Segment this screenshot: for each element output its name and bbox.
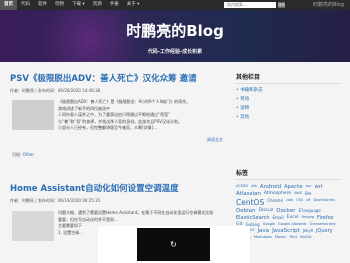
- tag-link[interactable]: DashStartes: [314, 198, 335, 207]
- tag-link[interactable]: Email: [273, 215, 284, 221]
- tag-link[interactable]: CentOS: [236, 198, 264, 207]
- sidebar-categories: 其他栏目 书籍和杂志 英语 读物 其他: [236, 72, 342, 120]
- post-list: PSV《极限脱出ADV：善人死亡》汉化众筹 邀请 作者：时鹏亮 | 发布时间：0…: [10, 72, 230, 94]
- tag-link[interactable]: Debian: [236, 208, 256, 214]
- tag-link[interactable]: jQuery: [316, 228, 333, 234]
- tag-link[interactable]: Greasemonkey: [309, 222, 335, 227]
- tag-link[interactable]: Android: [260, 184, 281, 190]
- replay-icon[interactable]: ↻: [169, 240, 178, 249]
- category-item[interactable]: 英语: [236, 96, 342, 102]
- sidebar-tags: 标签 ACMES afb Android Apache aur wrt Atlassian A…: [236, 168, 342, 241]
- nav-code[interactable]: 代码: [17, 0, 34, 10]
- tags-title: 标签: [236, 168, 342, 180]
- tag-link[interactable]: aur: [306, 184, 312, 190]
- tag-link[interactable]: ctf: [306, 198, 311, 207]
- tag-link[interactable]: E'language: [299, 208, 321, 214]
- nav-about[interactable]: 关于 ▾: [123, 0, 144, 10]
- tag-link[interactable]: Atmosphere: [264, 191, 291, 197]
- categories-title: 其他栏目: [236, 72, 342, 84]
- post-title[interactable]: Home Assistant自动化如何设置空调温度: [10, 182, 230, 194]
- tag-link[interactable]: Other: [23, 152, 34, 157]
- category-item[interactable]: 其他: [236, 114, 342, 120]
- excerpt-line: 少部分人已经有，但完整翻译版至今难觅，众筹[详情]...: [58, 125, 157, 130]
- tag-link[interactable]: Docker: [276, 208, 295, 214]
- nav-download[interactable]: 下载 ▾: [68, 0, 89, 10]
- tag-link[interactable]: MySQL: [300, 235, 312, 241]
- tag-link[interactable]: Jekyll: [303, 228, 313, 234]
- tag-link[interactable]: Google: [263, 222, 275, 227]
- nav-resources[interactable]: 资源: [89, 0, 106, 10]
- post-meta: 作者：时鹏亮 | 发布时间：06/26/2020 14:46:38: [10, 88, 101, 93]
- tag-link[interactable]: IIS: [250, 228, 254, 234]
- tag-cloud: ACMES afb Android Apache aur wrt Atlassian Atmo…: [236, 184, 342, 241]
- nav-software[interactable]: 软件: [34, 0, 51, 10]
- tag-link[interactable]: Mint: [290, 235, 298, 241]
- post-list-2: Home Assistant自动化如何设置空调温度 作者：时鹏亮 | 发布时间：…: [10, 182, 230, 204]
- search-input[interactable]: [224, 2, 276, 8]
- tag-link[interactable]: JavaScript: [272, 228, 300, 234]
- nav-manual[interactable]: 手册: [106, 0, 123, 10]
- tag-link[interactable]: Atlassian: [236, 191, 261, 197]
- post-excerpt: 《极限脱出ADV：善人死亡》是《极限脱出：9小时9个人9扇门》的续作。 游戏讲述…: [58, 99, 228, 132]
- tag-link[interactable]: Excel: [287, 215, 299, 221]
- tag-link[interactable]: wrt: [315, 184, 323, 190]
- tag-link[interactable]: ffmpeg: [302, 215, 314, 221]
- tag-link[interactable]: ElasticSearch: [236, 215, 270, 221]
- post-thumbnail[interactable]: [12, 100, 54, 130]
- category-item[interactable]: 读物: [236, 105, 342, 111]
- tag-link[interactable]: CSS: [296, 198, 303, 207]
- banner-title[interactable]: 时鹏亮的Blog: [0, 20, 350, 41]
- tags-label: 归档:: [12, 152, 22, 157]
- tag-link[interactable]: Firefox: [317, 215, 334, 221]
- nav-toys[interactable]: 玩物: [51, 0, 68, 10]
- tag-link[interactable]: Maven: [275, 235, 287, 241]
- video-player[interactable]: ↻: [137, 228, 210, 261]
- post-meta: 作者：时鹏亮 | 发布时间：06/19/2020 06:25:35: [10, 198, 101, 203]
- tag-link[interactable]: Ble: [305, 191, 311, 197]
- top-navigation: 首页 代码 软件 玩物 下载 ▾ 资源 手册 关于 ▾ 搜索 时鹏亮的Blog: [0, 0, 350, 10]
- category-item[interactable]: 书籍和杂志: [236, 87, 342, 93]
- excerpt-line: 问题大概，遇到了需要设置Home Assistant。在属于不同在自动化里运行空…: [58, 210, 214, 215]
- header-banner: 时鹏亮的Blog 代码-工作经验-成长积累: [0, 10, 350, 62]
- site-name[interactable]: 时鹏亮的Blog: [313, 0, 344, 10]
- tag-link[interactable]: Apache: [284, 184, 303, 190]
- video-overlay: ↻: [98, 226, 250, 263]
- tag-link[interactable]: Discuz: [259, 208, 274, 214]
- post-tags: 归档: Other: [12, 152, 34, 158]
- read-more-link[interactable]: 阅读全文: [207, 137, 223, 143]
- tag-link[interactable]: Google Adwords: [278, 222, 306, 227]
- tag-link[interactable]: cool: [286, 198, 293, 207]
- tag-link[interactable]: Java: [257, 228, 269, 234]
- nav-home[interactable]: 首页: [0, 0, 17, 10]
- banner-subtitle: 代码-工作经验-成长积累: [147, 49, 203, 55]
- post-title[interactable]: PSV《极限脱出ADV：善人死亡》汉化众筹 邀请: [10, 72, 230, 84]
- tag-link[interactable]: AWS: [294, 191, 302, 197]
- tag-link[interactable]: afb: [251, 184, 257, 190]
- tag-link[interactable]: Chrome: [267, 198, 283, 207]
- tag-link[interactable]: ACMES: [236, 184, 248, 190]
- search-button[interactable]: 搜索: [278, 2, 285, 8]
- post-thumbnail[interactable]: [12, 211, 54, 241]
- tag-link[interactable]: Markdown: [254, 235, 272, 241]
